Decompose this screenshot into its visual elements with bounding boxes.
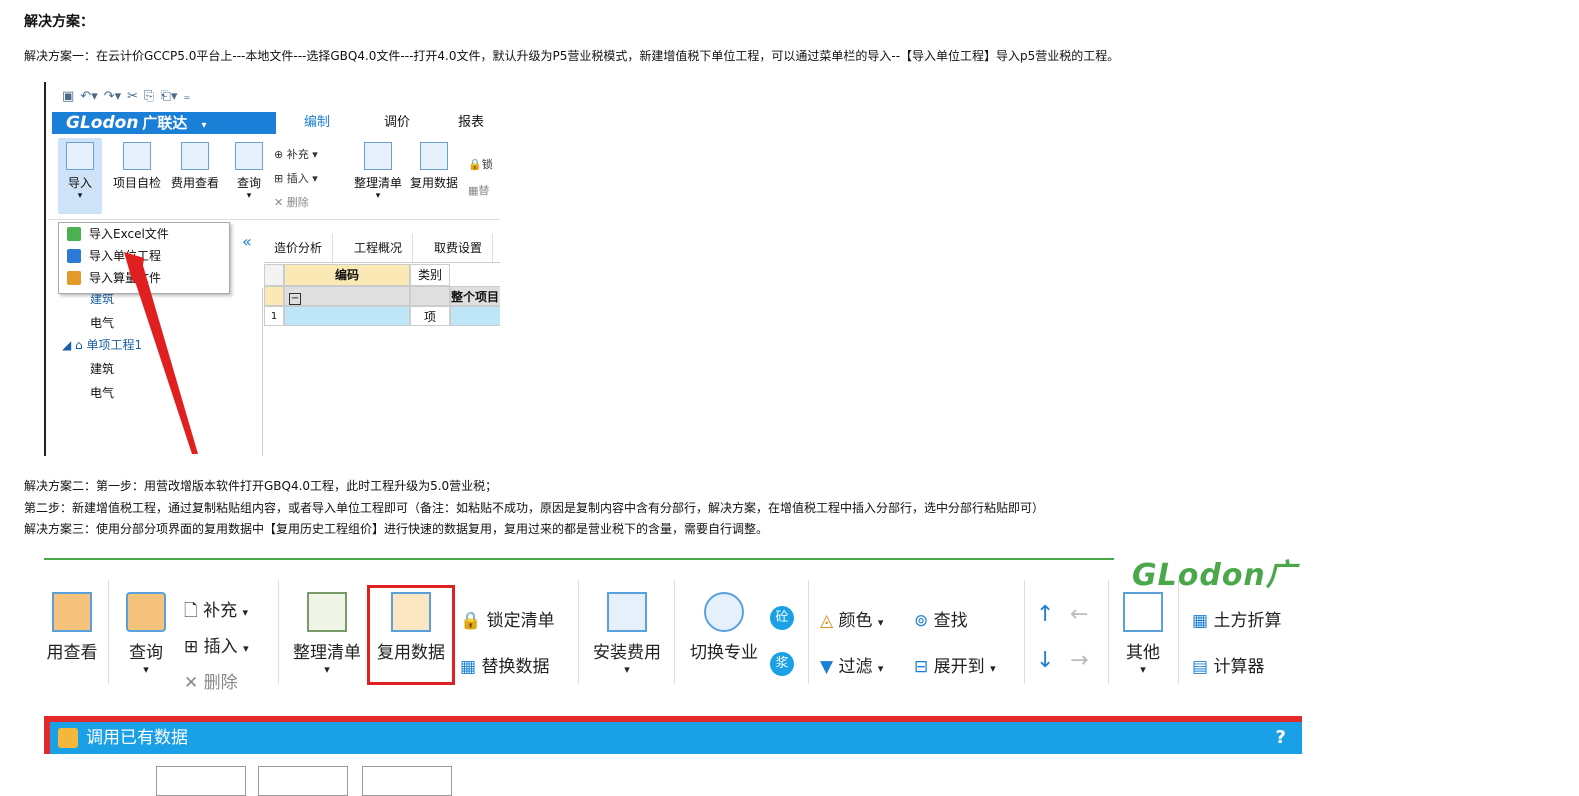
supplement-icon: 🗋 <box>184 601 198 621</box>
filter-button[interactable]: ▼ 过滤 ▾ <box>820 652 883 677</box>
lock-list-label: 锁定清单 <box>486 611 555 631</box>
screenshot-import-menu: ▣ ↶▾ ↷▾ ✂ ⎘ ⎗▾ ₌ GLodon 广联达 ▾ 编制 调价 报表 导入 … <box>44 82 500 456</box>
color-icon: ◬ <box>820 611 834 631</box>
insert-button[interactable]: ⊞ 插入 ▾ <box>184 632 249 657</box>
tree-icon: ⊟ <box>914 657 929 677</box>
calculator-button[interactable]: ▤ 计算器 <box>1192 652 1264 677</box>
dialog-button-2[interactable] <box>258 766 348 796</box>
move-down-icon[interactable]: ↓ <box>1036 648 1054 673</box>
calculator-icon: ▤ <box>1192 657 1209 677</box>
replace-icon: ▦ <box>460 657 477 677</box>
dialog-button-3[interactable] <box>362 766 452 796</box>
query-button[interactable]: 查询 ▾ <box>120 592 172 676</box>
install-fee-button[interactable]: 安装费用 ▾ <box>590 592 664 676</box>
mortar-badge[interactable]: 浆 <box>770 652 794 676</box>
solution-2-step2-text: 第二步：新建增值税工程，通过复制粘贴组内容，或者导入单位工程即可（备注：如粘贴不… <box>24 501 1045 515</box>
move-left-icon[interactable]: ← <box>1070 602 1088 627</box>
chevron-down-icon: ▾ <box>877 616 884 629</box>
move-up-icon[interactable]: ↑ <box>1036 602 1054 627</box>
chevron-down-icon: ▾ <box>243 642 249 655</box>
supplement-label: 补充 <box>203 601 238 621</box>
expand-to-button[interactable]: ⊟ 展开到 ▾ <box>914 652 996 677</box>
solution-3-text: 解决方案三：使用分部分项界面的复用数据中【复用历史工程组价】进行快速的数据复用，… <box>24 522 769 536</box>
supplement-button[interactable]: 🗋 补充 ▾ <box>184 596 248 627</box>
delete-icon: ✕ <box>184 673 199 693</box>
install-fee-icon <box>607 592 647 632</box>
replace-data-label: 替换数据 <box>481 657 550 677</box>
separator <box>1024 580 1025 684</box>
dialog-title-bar: 调用已有数据 ? <box>50 722 1302 754</box>
help-icon[interactable]: ? <box>1276 722 1286 754</box>
dialog-button-1[interactable] <box>156 766 246 796</box>
organize-list-icon <box>307 592 347 632</box>
grid-icon <box>1123 592 1163 632</box>
query-icon <box>126 592 166 632</box>
install-fee-label: 安装费用 <box>593 643 661 663</box>
query-label: 查询 <box>129 643 163 663</box>
find-button[interactable]: ⊚ 查找 <box>914 606 968 631</box>
earthwork-button[interactable]: ▦ 土方折算 <box>1192 606 1281 631</box>
chevron-down-icon: ▾ <box>242 606 249 619</box>
solution-heading: 解决方案： <box>24 14 94 30</box>
green-top-line <box>44 558 1114 560</box>
expand-to-label: 展开到 <box>933 657 985 677</box>
lock-list-button[interactable]: 🔒 锁定清单 <box>460 606 555 631</box>
switch-major-button[interactable]: 切换专业 <box>684 592 764 663</box>
chevron-down-icon: ▾ <box>624 663 630 676</box>
separator <box>1108 580 1109 684</box>
color-label: 颜色 <box>838 611 873 631</box>
other-button[interactable]: 其他 ▾ <box>1118 592 1168 676</box>
reuse-data-highlight <box>367 585 455 685</box>
insert-label: 插入 <box>203 637 238 657</box>
switch-major-icon <box>704 592 744 632</box>
fee-view-icon <box>52 592 92 632</box>
chevron-down-icon: ▾ <box>877 662 884 675</box>
dialog-title: 调用已有数据 <box>86 728 188 748</box>
replace-data-button[interactable]: ▦ 替换数据 <box>460 652 549 677</box>
concrete-badge[interactable]: 砼 <box>770 606 794 630</box>
insert-icon: ⊞ <box>184 637 199 657</box>
move-right-icon[interactable]: → <box>1070 648 1088 673</box>
delete-button[interactable]: ✕ 删除 <box>184 668 238 693</box>
binoculars-icon: ⊚ <box>914 611 929 631</box>
earthwork-label: 土方折算 <box>1213 611 1282 631</box>
find-label: 查找 <box>933 611 968 631</box>
brand-logo: GLodon广 <box>1132 558 1297 593</box>
earthwork-icon: ▦ <box>1192 611 1209 631</box>
chevron-down-icon: ▾ <box>990 662 996 675</box>
color-button[interactable]: ◬ 颜色 ▾ <box>820 606 883 631</box>
filter-icon: ▼ <box>820 657 834 677</box>
calculator-label: 计算器 <box>1213 657 1265 677</box>
organize-list-label: 整理清单 <box>293 643 361 663</box>
delete-label: 删除 <box>203 673 238 693</box>
red-arrow-annotation <box>124 252 198 454</box>
separator <box>674 580 675 684</box>
chevron-down-icon: ▾ <box>1140 663 1146 676</box>
switch-major-label: 切换专业 <box>690 643 758 663</box>
lock-icon: 🔒 <box>460 611 482 631</box>
separator <box>1178 580 1179 684</box>
chevron-down-icon: ▾ <box>143 663 149 676</box>
chevron-down-icon: ▾ <box>324 663 330 676</box>
separator <box>808 580 809 684</box>
other-label: 其他 <box>1126 643 1160 663</box>
separator <box>578 580 579 684</box>
separator <box>278 580 279 684</box>
filter-label: 过滤 <box>838 657 873 677</box>
organize-list-button[interactable]: 整理清单 ▾ <box>290 592 364 676</box>
separator <box>108 580 109 684</box>
screenshot-reuse-data: GLodon广 用查看 查询 ▾ 🗋 补充 ▾ ⊞ 插入 ▾ ✕ 删除 整理清单… <box>44 548 1302 782</box>
solution-1-text: 解决方案一：在云计价GCCP5.0平台上---本地文件---选择GBQ4.0文件… <box>24 49 1120 63</box>
fee-view-button[interactable]: 用查看 <box>44 592 100 663</box>
dialog-icon <box>58 728 78 748</box>
solution-2-step1-text: 解决方案二：第一步：用营改增版本软件打开GBQ4.0工程，此时工程升级为5.0营… <box>24 479 498 493</box>
fee-view-label: 用查看 <box>46 643 98 663</box>
